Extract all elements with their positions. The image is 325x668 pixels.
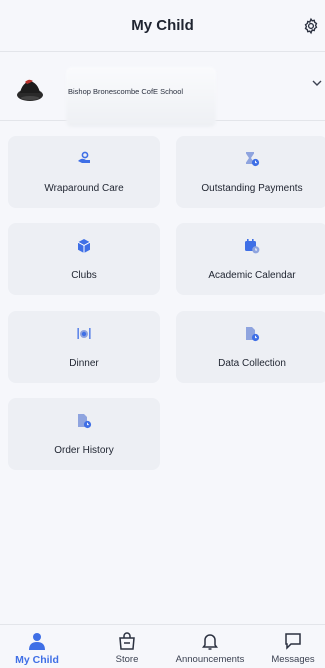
- tile-wraparound-care[interactable]: Wraparound Care: [8, 136, 160, 208]
- school-name: Bishop Bronescombe CofE School: [68, 87, 184, 96]
- tile-outstanding-payments[interactable]: Outstanding Payments: [176, 136, 325, 208]
- tile-label: Outstanding Payments: [201, 182, 303, 194]
- tile-label: Wraparound Care: [44, 182, 124, 194]
- app-root: My Child Bishop Bronescombe CofE School: [0, 0, 325, 668]
- child-name-redacted: [66, 67, 216, 127]
- top-bar: My Child: [0, 0, 325, 52]
- hand-coin-icon: [76, 151, 92, 167]
- calendar-clock-icon: [244, 238, 260, 254]
- tile-data-collection[interactable]: Data Collection: [176, 311, 325, 383]
- bell-icon: [200, 631, 220, 651]
- tile-label: Order History: [54, 444, 114, 456]
- nav-announcements[interactable]: Announcements: [175, 629, 245, 668]
- hourglass-clock-icon: [244, 151, 260, 167]
- shopping-bag-icon: [117, 631, 137, 651]
- bottom-nav: My Child Store Announcements Messages: [0, 624, 325, 668]
- cube-icon: [76, 238, 92, 254]
- tile-order-history[interactable]: Order History: [8, 398, 160, 470]
- tile-label: Academic Calendar: [208, 269, 296, 281]
- nav-label: Announcements: [175, 654, 245, 665]
- nav-my-child[interactable]: My Child: [2, 629, 72, 668]
- nav-label: Messages: [271, 654, 315, 665]
- tile-dinner[interactable]: Dinner: [8, 311, 160, 383]
- tile-clubs[interactable]: Clubs: [8, 223, 160, 295]
- page-title: My Child: [131, 17, 194, 34]
- nav-label: Store: [115, 654, 139, 665]
- nav-label: My Child: [15, 654, 59, 666]
- dinner-plate-icon: [76, 326, 92, 342]
- settings-gear-icon[interactable]: [301, 16, 321, 36]
- chevron-down-icon[interactable]: [311, 76, 323, 88]
- tile-academic-calendar[interactable]: Academic Calendar: [176, 223, 325, 295]
- person-icon: [27, 631, 47, 651]
- school-crest-avatar: [14, 77, 46, 103]
- tile-label: Dinner: [69, 357, 99, 369]
- nav-messages[interactable]: Messages: [258, 629, 325, 668]
- tile-label: Data Collection: [218, 357, 286, 369]
- nav-store[interactable]: Store: [92, 629, 162, 668]
- document-clock-icon: [244, 326, 260, 342]
- tile-label: Clubs: [71, 269, 97, 281]
- document-clock-icon: [76, 413, 92, 429]
- chat-bubble-icon: [283, 631, 303, 651]
